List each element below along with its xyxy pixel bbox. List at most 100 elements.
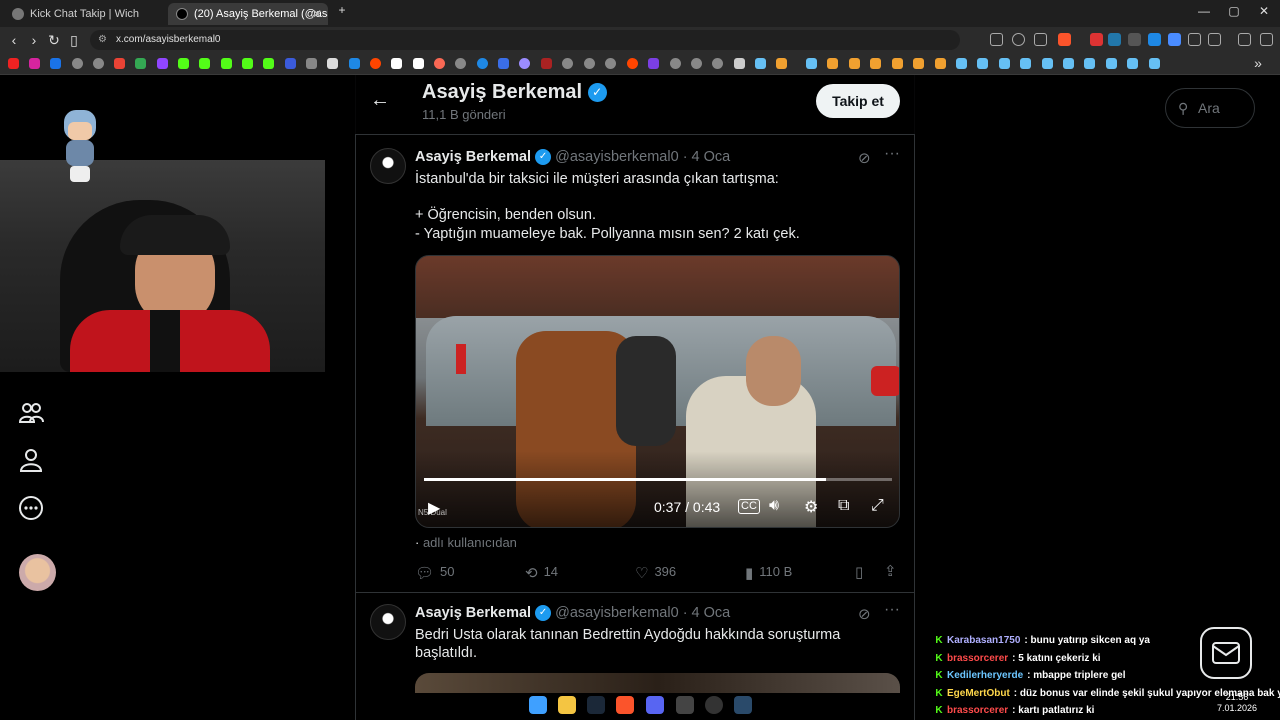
bookmark-tweet-icon[interactable]: ▯ — [855, 563, 863, 581]
bookmark-item[interactable] — [1106, 58, 1117, 69]
bookmark-item[interactable] — [285, 58, 296, 69]
media-icon[interactable] — [1238, 33, 1251, 46]
extension-icon[interactable] — [1090, 33, 1103, 46]
views-button[interactable]: ▮ 110 B — [745, 564, 792, 582]
sidebar-icon[interactable] — [1208, 33, 1221, 46]
tweet-video[interactable]: N5 Dual ▶ 0:37 / 0:43 CC 🔊︎ ⚙ ⧉ ⤢ — [415, 255, 900, 528]
steam-icon[interactable] — [587, 696, 605, 714]
bookmark-item[interactable] — [977, 58, 988, 69]
bookmark-item[interactable] — [370, 58, 381, 69]
bookmark-item[interactable] — [8, 58, 19, 69]
source-caption[interactable]: adlı kullanıcıdan — [423, 535, 517, 550]
search-input[interactable]: ⚲ Ara — [1165, 88, 1255, 128]
bookmark-item[interactable] — [72, 58, 83, 69]
back-icon[interactable]: ‹ — [6, 32, 22, 48]
bookmark-item[interactable] — [50, 58, 61, 69]
bookmark-icon[interactable]: ▯ — [66, 32, 82, 48]
messages-button[interactable] — [1200, 627, 1252, 679]
bookmark-item[interactable] — [413, 58, 424, 69]
share-tweet-icon[interactable]: ⇪ — [884, 562, 897, 580]
file-explorer-icon[interactable] — [558, 696, 576, 714]
url-field[interactable]: ⚙ x.com/asayisberkemal0 — [90, 30, 960, 50]
back-arrow-button[interactable]: ← — [370, 89, 390, 112]
bookmark-item[interactable] — [306, 58, 317, 69]
forward-icon[interactable]: › — [26, 32, 42, 48]
bookmark-item[interactable] — [562, 58, 573, 69]
more-icon[interactable] — [18, 495, 44, 521]
tweet-author-handle[interactable]: @asayisberkemal0 — [555, 605, 679, 621]
bookmark-item[interactable] — [755, 58, 766, 69]
bookmark-item[interactable] — [584, 58, 595, 69]
play-button-icon[interactable]: ▶ — [428, 498, 440, 518]
share-icon[interactable] — [1034, 33, 1047, 46]
bookmark-item[interactable] — [263, 58, 274, 69]
site-info-icon[interactable]: ⚙ — [98, 30, 107, 50]
brave-shield-icon[interactable] — [1058, 33, 1071, 46]
video-progress-track[interactable] — [424, 478, 892, 481]
brave-icon[interactable] — [616, 696, 634, 714]
app-icon[interactable] — [734, 696, 752, 714]
bookmark-item[interactable] — [1042, 58, 1053, 69]
captions-icon[interactable]: CC — [738, 499, 760, 514]
new-tab-button[interactable]: + — [334, 3, 350, 17]
bookmark-item[interactable] — [1063, 58, 1074, 69]
volume-icon[interactable]: 🔊︎ — [769, 497, 779, 515]
tweet-date[interactable]: · 4 Oca — [683, 605, 731, 621]
extensions-puzzle-icon[interactable] — [1188, 33, 1201, 46]
like-button[interactable]: ♡ 396 — [635, 564, 676, 582]
reply-button[interactable]: 💬︎ 50 — [415, 564, 455, 582]
bookmark-item[interactable] — [870, 58, 881, 69]
bookmark-item[interactable] — [391, 58, 402, 69]
bookmark-item[interactable] — [691, 58, 702, 69]
bookmark-item[interactable] — [1020, 58, 1031, 69]
extension-icon[interactable] — [1128, 33, 1141, 46]
bookmark-item[interactable] — [29, 58, 40, 69]
bookmark-item[interactable] — [849, 58, 860, 69]
bookmark-item[interactable] — [178, 58, 189, 69]
tweet-author-handle[interactable]: @asayisberkemal0 — [555, 149, 679, 165]
close-tab-icon[interactable]: ✕ — [312, 3, 322, 25]
bookmark-item[interactable] — [327, 58, 338, 69]
settings-gear-icon[interactable]: ⚙ — [804, 497, 818, 517]
bookmark-item[interactable] — [648, 58, 659, 69]
bookmark-item[interactable] — [157, 58, 168, 69]
bookmark-item[interactable] — [1084, 58, 1095, 69]
extension-icon[interactable] — [1108, 33, 1121, 46]
bookmark-item[interactable] — [519, 58, 530, 69]
bookmark-item[interactable] — [776, 58, 787, 69]
tweet-avatar[interactable] — [370, 148, 406, 184]
close-window-button[interactable]: ✕ — [1256, 4, 1272, 18]
bookmark-item[interactable] — [670, 58, 681, 69]
bookmark-item[interactable] — [627, 58, 638, 69]
tweet-avatar[interactable] — [370, 604, 406, 640]
bookmark-item[interactable] — [349, 58, 360, 69]
tab-x-profile[interactable]: (20) Asayiş Berkemal (@asay... ✕ — [168, 3, 328, 25]
fullscreen-icon[interactable]: ⤢ — [871, 497, 884, 515]
grok-icon[interactable]: ⊘ — [858, 149, 871, 167]
account-avatar[interactable] — [19, 554, 56, 591]
profile-icon[interactable] — [18, 447, 44, 473]
bookmark-item[interactable] — [1127, 58, 1138, 69]
bookmark-item[interactable] — [477, 58, 488, 69]
cast-icon[interactable] — [990, 33, 1003, 46]
bookmark-item[interactable] — [605, 58, 616, 69]
discord-icon[interactable] — [646, 696, 664, 714]
bookmark-item[interactable] — [827, 58, 838, 69]
repost-button[interactable]: ⟲ 14 — [525, 564, 558, 582]
windows-start-icon[interactable] — [529, 696, 547, 714]
bookmark-item[interactable] — [999, 58, 1010, 69]
more-options-icon[interactable]: ··· — [884, 145, 900, 163]
extension-icon[interactable] — [1148, 33, 1161, 46]
bookmark-item[interactable] — [199, 58, 210, 69]
extension-icon[interactable] — [1168, 33, 1181, 46]
bookmark-item[interactable] — [93, 58, 104, 69]
maximize-button[interactable]: ▢ — [1226, 4, 1242, 18]
bookmark-item[interactable] — [935, 58, 946, 69]
bookmark-item[interactable] — [1149, 58, 1160, 69]
menu-icon[interactable] — [1260, 33, 1273, 46]
bookmark-item[interactable] — [455, 58, 466, 69]
zoom-icon[interactable] — [1012, 33, 1025, 46]
pip-icon[interactable]: ⧉ — [838, 497, 849, 515]
tweet-author-name[interactable]: Asayiş Berkemal — [415, 605, 531, 621]
follow-button[interactable]: Takip et — [816, 84, 900, 118]
